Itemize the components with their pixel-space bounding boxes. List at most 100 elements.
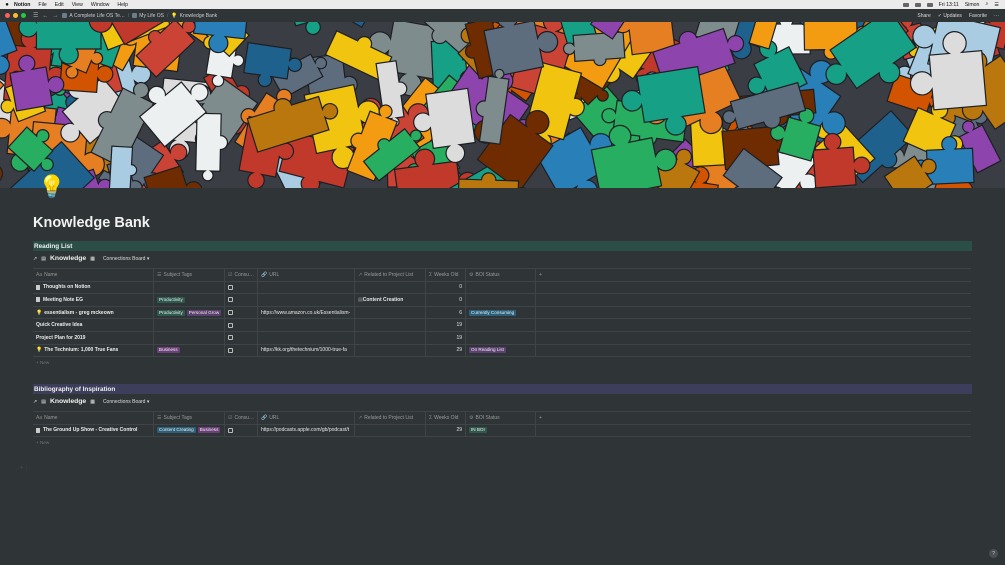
cell-related-project[interactable]: ▤ Content Creation xyxy=(355,294,426,306)
consumed-checkbox[interactable] xyxy=(228,322,233,328)
cell-url[interactable]: https://kk.org/thetechnium/1000-true-fa xyxy=(258,344,355,357)
column-header-url[interactable]: 🔗 URL xyxy=(258,269,355,281)
cell-related-project[interactable] xyxy=(355,281,426,294)
cell-related-project[interactable] xyxy=(355,424,426,437)
apple-icon[interactable]: ● xyxy=(0,2,14,8)
table-row[interactable]: 💡 essentialism - greg mckeown Productivity… xyxy=(33,306,971,320)
consumed-checkbox[interactable] xyxy=(228,347,233,353)
new-row-button[interactable]: + New xyxy=(33,357,971,367)
cell-related-project[interactable] xyxy=(355,344,426,357)
column-header-boi-status[interactable]: ⚙ BOI Status xyxy=(466,269,536,281)
open-link-icon[interactable]: ↗ xyxy=(33,256,37,262)
column-header-subject-tags[interactable]: ☰ Subject Tags xyxy=(154,412,225,424)
cell-related-project[interactable] xyxy=(355,306,426,319)
column-header-name[interactable]: Aa Name xyxy=(33,269,154,281)
column-header-related-project[interactable]: ↗ Related to Project List xyxy=(355,412,426,424)
view-selector[interactable]: Connections Board ▾ xyxy=(103,256,149,262)
battery-icon[interactable] xyxy=(926,2,933,7)
cell-url[interactable] xyxy=(258,319,355,331)
table-row[interactable]: 💡 The Technium: 1,000 True Fans Business ht… xyxy=(33,344,971,358)
menu-edit[interactable]: Edit xyxy=(55,2,64,8)
breadcrumb-item[interactable]: My Life OS xyxy=(132,13,164,19)
cell-url[interactable] xyxy=(258,331,355,344)
section-heading-bibliography[interactable]: Bibliography of Inspiration xyxy=(33,384,972,394)
database-title[interactable]: Knowledge xyxy=(50,398,86,405)
wifi-icon[interactable] xyxy=(914,2,921,7)
updates-button[interactable]: ✓ Updates xyxy=(938,13,962,19)
sidebar-toggle-icon[interactable]: ☰ xyxy=(33,12,38,19)
cell-boi-status[interactable] xyxy=(466,331,536,344)
consumed-checkbox[interactable] xyxy=(228,284,233,290)
table-row[interactable]: The Ground Up Show - Creative Control Con… xyxy=(33,424,971,438)
consumed-checkbox[interactable] xyxy=(228,427,233,433)
table-row[interactable]: Project Plan for 2019 19 xyxy=(33,331,971,345)
clock[interactable]: Fri 13:11 xyxy=(939,2,959,8)
cell-name[interactable]: The Ground Up Show - Creative Control xyxy=(33,424,154,437)
breadcrumb-item[interactable]: A Complete Life OS Te… xyxy=(62,13,125,19)
cell-name[interactable]: 💡 essentialism - greg mckeown xyxy=(33,306,154,319)
column-header-weeks-old[interactable]: Σ Weeks Old xyxy=(426,412,466,424)
cell-related-project[interactable] xyxy=(355,319,426,331)
related-page-link[interactable]: Content Creation xyxy=(363,297,404,303)
view-selector[interactable]: Connections Board ▾ xyxy=(103,399,149,405)
app-menu[interactable]: Notion xyxy=(14,2,30,8)
page-title[interactable]: Knowledge Bank xyxy=(33,215,150,231)
table-row[interactable]: Meeting Note EG Productivity ▤ Content Cre… xyxy=(33,294,971,307)
column-header-consumed[interactable]: ☑ Consu… xyxy=(225,269,258,281)
cell-boi-status[interactable] xyxy=(466,319,536,331)
database-title[interactable]: Knowledge xyxy=(50,255,86,262)
column-header-add-property[interactable]: + xyxy=(536,269,554,281)
forward-arrow-icon[interactable]: → xyxy=(52,13,58,19)
zoom-window-button[interactable] xyxy=(21,13,26,18)
menu-help[interactable]: Help xyxy=(117,2,128,8)
page-emoji-icon[interactable]: 💡 xyxy=(38,174,65,200)
menu-window[interactable]: Window xyxy=(91,2,109,8)
table-row[interactable]: Thoughts on Notion 0 xyxy=(33,281,971,295)
column-header-boi-status[interactable]: ⚙ BOI Status xyxy=(466,412,536,424)
cell-boi-status[interactable]: Currently Consuming xyxy=(466,306,536,319)
open-link-icon[interactable]: ↗ xyxy=(33,399,37,405)
cell-subject-tags[interactable] xyxy=(154,281,225,294)
table-row[interactable]: Quick Creative Idea 19 xyxy=(33,319,971,332)
cell-boi-status[interactable] xyxy=(466,294,536,306)
column-header-weeks-old[interactable]: Σ Weeks Old xyxy=(426,269,466,281)
cell-boi-status[interactable]: On Reading List xyxy=(466,344,536,357)
cell-subject-tags[interactable] xyxy=(154,319,225,331)
search-icon[interactable]: ⌕ xyxy=(985,1,988,8)
cell-name[interactable]: Thoughts on Notion xyxy=(33,281,154,294)
section-heading-reading-list[interactable]: Reading List xyxy=(33,241,972,251)
cell-name[interactable]: 💡 The Technium: 1,000 True Fans xyxy=(33,344,154,357)
column-header-add-property[interactable]: + xyxy=(536,412,554,424)
cell-url[interactable] xyxy=(258,281,355,294)
cell-subject-tags[interactable]: Business xyxy=(154,344,225,357)
status-icon[interactable] xyxy=(902,2,909,7)
add-block-icon[interactable]: + ⋮ xyxy=(20,465,29,471)
user-menu[interactable]: Simon xyxy=(965,2,980,8)
cell-name[interactable]: Meeting Note EG xyxy=(33,294,154,306)
minimize-window-button[interactable] xyxy=(13,13,18,18)
share-button[interactable]: Share xyxy=(917,13,930,19)
cell-name[interactable]: Quick Creative Idea xyxy=(33,319,154,331)
cell-subject-tags[interactable]: Productivity Personal Grow xyxy=(154,306,225,319)
back-arrow-icon[interactable]: ← xyxy=(42,13,48,19)
cell-url[interactable] xyxy=(258,294,355,306)
column-header-related-project[interactable]: ↗ Related to Project List xyxy=(355,269,426,281)
column-header-name[interactable]: Aa Name xyxy=(33,412,154,424)
cell-related-project[interactable] xyxy=(355,331,426,344)
cover-image[interactable] xyxy=(0,22,1005,188)
menu-file[interactable]: File xyxy=(38,2,46,8)
cell-subject-tags[interactable]: Productivity xyxy=(154,294,225,306)
cell-subject-tags[interactable] xyxy=(154,331,225,344)
help-button[interactable]: ? xyxy=(989,549,998,558)
cell-boi-status[interactable] xyxy=(466,281,536,294)
cell-boi-status[interactable]: IN BOI xyxy=(466,424,536,437)
consumed-checkbox[interactable] xyxy=(228,310,233,316)
cell-subject-tags[interactable]: Content Creating Business xyxy=(154,424,225,437)
column-header-subject-tags[interactable]: ☰ Subject Tags xyxy=(154,269,225,281)
column-header-consumed[interactable]: ☑ Consu… xyxy=(225,412,258,424)
cell-url[interactable]: https://podcasts.apple.com/gb/podcast/t xyxy=(258,424,355,437)
control-center-icon[interactable]: ☰ xyxy=(994,2,999,8)
cell-name[interactable]: Project Plan for 2019 xyxy=(33,331,154,344)
new-row-button[interactable]: + New xyxy=(33,437,971,447)
column-header-url[interactable]: 🔗 URL xyxy=(258,412,355,424)
